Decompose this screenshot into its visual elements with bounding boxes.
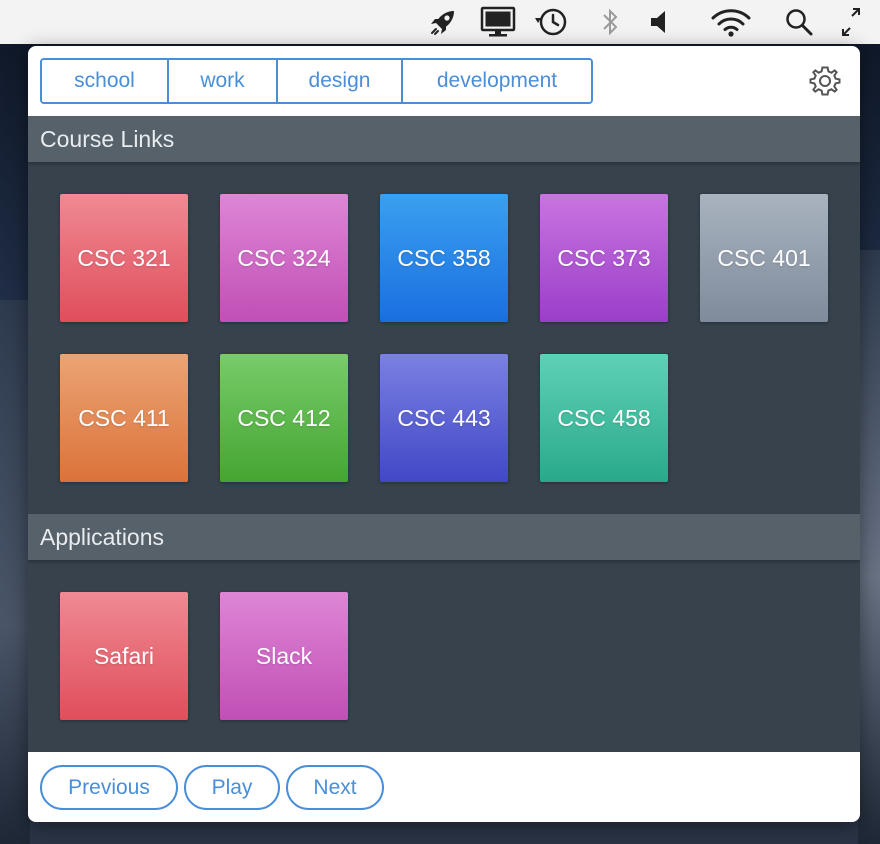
tile-csc-411[interactable]: CSC 411 xyxy=(60,354,188,482)
fullscreen-icon[interactable] xyxy=(838,6,864,38)
section-header-applications: Applications xyxy=(28,514,860,560)
tile-slack[interactable]: Slack xyxy=(220,592,348,720)
category-tabs: school work design development xyxy=(40,58,593,104)
tile-csc-373[interactable]: CSC 373 xyxy=(540,194,668,322)
time-machine-icon[interactable] xyxy=(530,6,572,38)
display-icon[interactable] xyxy=(478,6,518,38)
spotlight-search-icon[interactable] xyxy=(782,6,816,38)
tab-school[interactable]: school xyxy=(42,60,169,102)
tab-design[interactable]: design xyxy=(278,60,403,102)
tile-csc-443[interactable]: CSC 443 xyxy=(380,354,508,482)
wifi-icon[interactable] xyxy=(708,6,754,38)
popover-footer: Previous Play Next xyxy=(28,752,860,822)
tab-work[interactable]: work xyxy=(169,60,278,102)
bluetooth-icon[interactable] xyxy=(598,6,622,38)
launcher-popover: school work design development Course Li… xyxy=(28,46,860,822)
tile-csc-324[interactable]: CSC 324 xyxy=(220,194,348,322)
next-button[interactable]: Next xyxy=(286,765,384,810)
tile-csc-401[interactable]: CSC 401 xyxy=(700,194,828,322)
rocket-icon[interactable] xyxy=(426,6,460,38)
play-button[interactable]: Play xyxy=(184,765,280,810)
gear-icon[interactable] xyxy=(808,64,842,98)
popover-header: school work design development xyxy=(28,46,860,116)
tile-csc-321[interactable]: CSC 321 xyxy=(60,194,188,322)
tile-csc-412[interactable]: CSC 412 xyxy=(220,354,348,482)
volume-icon[interactable] xyxy=(648,6,672,38)
menu-bar xyxy=(0,0,880,44)
tab-development[interactable]: development xyxy=(403,60,591,102)
tile-csc-458[interactable]: CSC 458 xyxy=(540,354,668,482)
section-header-course-links: Course Links xyxy=(28,116,860,162)
previous-button[interactable]: Previous xyxy=(40,765,178,810)
tile-csc-358[interactable]: CSC 358 xyxy=(380,194,508,322)
tile-safari[interactable]: Safari xyxy=(60,592,188,720)
